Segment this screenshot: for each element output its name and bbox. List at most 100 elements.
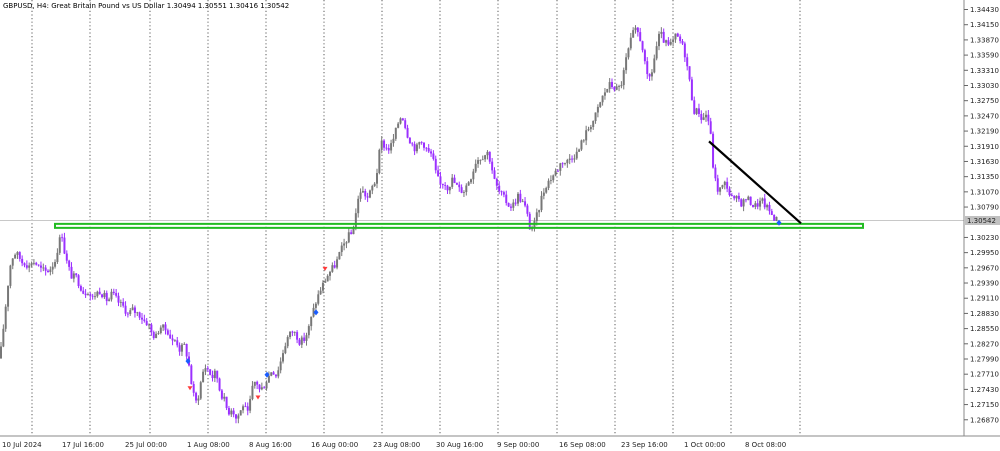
candle-body-202 [474, 163, 477, 172]
y-tick-label-24: 1.27430 [970, 386, 999, 394]
x-axis-labels: 10 Jul 2024 17 Jul 16:00 25 Jul 00:00 1 Aug… [2, 441, 786, 449]
candle-body-251 [589, 126, 592, 130]
candle-body-55 [129, 310, 132, 315]
candle-body-231 [542, 192, 545, 196]
candle-body-212 [498, 185, 501, 192]
candle-body-292 [686, 57, 689, 67]
signal-marker-2 [255, 395, 261, 400]
candle-body-44 [103, 292, 106, 298]
candle-body-287 [674, 33, 677, 40]
candle-body-217 [509, 206, 512, 208]
candle-body-35 [82, 290, 85, 294]
candle-body-200 [470, 179, 472, 183]
candle-body-140 [329, 271, 331, 276]
candle-body-70 [164, 324, 167, 331]
candle-body-243 [571, 158, 574, 160]
candle-body-261 [613, 87, 616, 90]
candle-body-50 [117, 295, 120, 303]
candle-body-74 [173, 340, 176, 342]
candle-body-240 [564, 163, 566, 165]
candle-body-289 [679, 36, 682, 42]
candle-body-118 [277, 370, 280, 377]
candle-body-253 [594, 112, 597, 122]
candle-body-120 [282, 353, 284, 362]
candle-body-75 [176, 340, 179, 346]
candle-body-28 [65, 253, 68, 261]
candle-body-142 [333, 265, 336, 268]
candle-body-15 [35, 262, 38, 265]
candle-body-127 [298, 339, 301, 345]
candle-body-149 [350, 232, 353, 235]
candle-body-216 [507, 203, 510, 207]
candle-body-87 [204, 368, 207, 372]
candle-body-23 [54, 261, 57, 267]
candle-body-248 [582, 140, 585, 142]
candle-body-237 [556, 170, 559, 172]
candle-body-235 [552, 175, 555, 181]
candle-body-249 [585, 130, 588, 141]
candle-body-136 [319, 290, 322, 295]
candle-body-115 [270, 372, 273, 376]
candle-body-117 [274, 374, 277, 377]
candle-body-61 [143, 319, 146, 321]
candle-body-30 [70, 266, 73, 279]
vertical-grid [31, 0, 801, 436]
candle-body-186 [437, 170, 440, 177]
candle-body-313 [735, 195, 738, 199]
candle-body-139 [326, 275, 329, 282]
candle-body-209 [491, 161, 494, 171]
candle-body-108 [253, 381, 256, 386]
y-tick-label-12: 1.31070 [970, 188, 999, 196]
candle-body-100 [235, 414, 237, 419]
candle-body-178 [418, 142, 421, 145]
candle-body-105 [246, 406, 249, 411]
candle-body-107 [251, 385, 254, 400]
y-tick-label-5: 1.33030 [970, 82, 999, 90]
candle-body-138 [324, 281, 327, 283]
candle-body-182 [427, 148, 430, 152]
candle-body-29 [68, 260, 71, 267]
candle-body-314 [737, 195, 740, 200]
candle-body-299 [702, 117, 705, 120]
candle-body-63 [148, 324, 151, 326]
candle-body-78 [183, 343, 186, 345]
current-price-label: 1.30542 [965, 216, 1000, 226]
candle-body-126 [296, 332, 299, 340]
candle-body-97 [227, 408, 230, 415]
candle-body-89 [209, 369, 212, 375]
candle-body-256 [601, 95, 604, 103]
candle-body-147 [345, 242, 348, 244]
y-tick-label-25: 1.27150 [970, 401, 999, 409]
candle-body-110 [258, 384, 261, 390]
candle-body-300 [705, 114, 707, 118]
y-tick-label-7: 1.32470 [970, 112, 999, 120]
candle-body-187 [439, 176, 442, 184]
candle-body-215 [505, 194, 508, 204]
candle-body-161 [378, 149, 381, 174]
candle-body-277 [650, 72, 653, 77]
y-tick-label-3: 1.33590 [970, 52, 999, 60]
candle-body-288 [676, 33, 679, 37]
candle-body-40 [94, 296, 96, 298]
y-tick-label-18: 1.29110 [970, 295, 999, 303]
y-tick-label-8: 1.32190 [970, 128, 999, 136]
candle-body-14 [32, 262, 35, 264]
candle-body-305 [716, 178, 719, 192]
candlestick-chart[interactable]: GBPUSD, H4: Great Britain Pound vs US Do… [0, 0, 1000, 451]
support-zone-rectangle[interactable] [54, 222, 864, 229]
candle-body-167 [392, 138, 395, 144]
candle-body-158 [371, 185, 374, 191]
candle-body-159 [373, 183, 376, 186]
candle-body-265 [622, 70, 625, 86]
candle-body-195 [458, 184, 461, 188]
candle-body-302 [709, 121, 712, 134]
candle-body-91 [213, 370, 216, 379]
candle-body-68 [159, 327, 162, 334]
candle-body-9 [21, 258, 24, 264]
downtrend-line[interactable] [708, 140, 802, 225]
candle-body-296 [695, 108, 698, 114]
candle-body-49 [115, 293, 118, 296]
candle-body-16 [37, 264, 40, 266]
candle-body-268 [629, 37, 632, 49]
candle-body-291 [683, 43, 686, 58]
